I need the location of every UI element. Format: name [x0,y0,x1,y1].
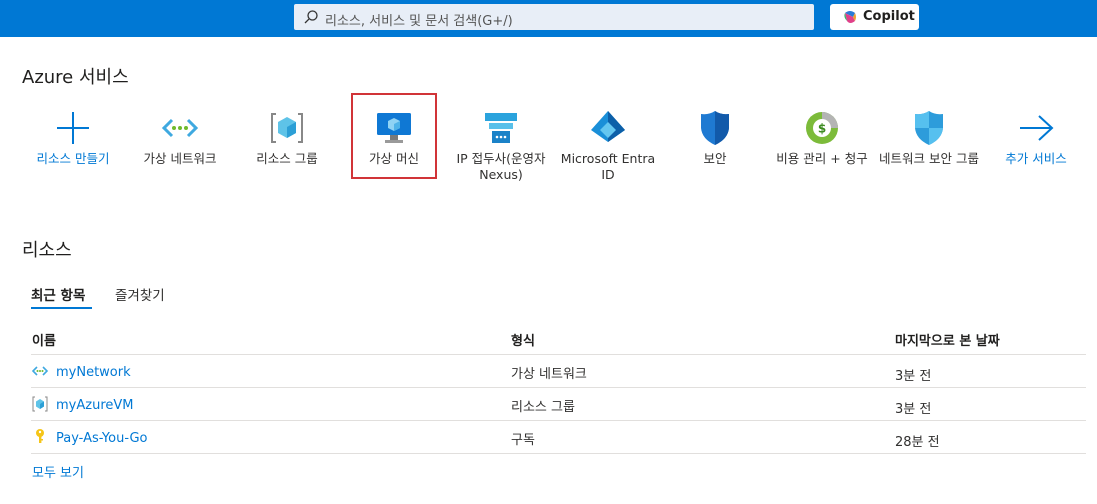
row-divider [31,387,1086,388]
service-label: 네트워크 보안 그룹 [879,151,979,166]
column-header-name[interactable]: 이름 [32,330,56,349]
copilot-icon [844,11,856,23]
virtual-machine-icon [377,113,411,143]
arrow-right-icon [1020,115,1054,141]
svg-text:$: $ [818,122,826,136]
search-placeholder: 리소스, 서비스 및 문서 검색(G+/) [325,14,513,29]
global-search-box[interactable]: 리소스, 서비스 및 문서 검색(G+/) [294,4,814,30]
resource-last-viewed: 3분 전 [895,402,932,417]
service-label: Microsoft Entra ID [560,151,656,182]
plus-icon [57,112,89,144]
ip-prefix-icon [485,113,517,143]
top-bar: 리소스, 서비스 및 문서 검색(G+/) Copilot [0,0,1097,37]
service-label: 비용 관리 + 청구 [776,151,868,166]
resource-last-viewed: 28분 전 [895,435,940,450]
active-tab-indicator [31,307,92,309]
resource-name-link[interactable]: Pay-As-You-Go [56,431,148,446]
resources-heading: 리소스 [22,240,72,261]
resource-type: 구독 [511,433,535,448]
resource-name-link[interactable]: myAzureVM [56,398,133,413]
subscription-key-icon [36,429,44,443]
resource-group-icon [271,113,303,143]
service-label: 리소스 그룹 [256,151,318,166]
service-label: 가상 네트워크 [143,151,217,166]
security-shield-icon [701,111,729,145]
copilot-label: Copilot [863,9,915,24]
service-label: IP 접두사(운영자 Nexus) [456,151,546,182]
service-label: 가상 머신 [369,151,419,166]
column-header-type[interactable]: 형식 [511,330,535,349]
see-all-link[interactable]: 모두 보기 [32,462,84,481]
search-icon [304,10,318,24]
entra-id-icon [591,111,625,142]
resource-name-link[interactable]: myNetwork [56,365,131,380]
cost-management-icon: $ [806,112,838,144]
azure-services-heading: Azure 서비스 [22,67,129,88]
row-divider [31,453,1086,454]
virtual-network-icon [32,366,48,376]
row-divider [31,420,1086,421]
column-header-last-viewed[interactable]: 마지막으로 본 날짜 [895,330,1000,349]
tab-recent[interactable]: 최근 항목 [31,284,85,304]
copilot-button[interactable]: Copilot [830,4,919,30]
service-label: 보안 [703,151,727,166]
service-label: 추가 서비스 [1005,151,1067,166]
resource-type: 리소스 그룹 [511,400,575,415]
network-security-group-icon [915,111,943,145]
row-divider [31,354,1086,355]
resource-type: 가상 네트워크 [511,367,587,382]
virtual-network-icon [161,118,199,138]
resource-group-icon [32,396,48,412]
service-label: 리소스 만들기 [36,151,110,166]
resource-last-viewed: 3분 전 [895,369,932,384]
tab-favorites[interactable]: 즐겨찾기 [115,284,165,304]
